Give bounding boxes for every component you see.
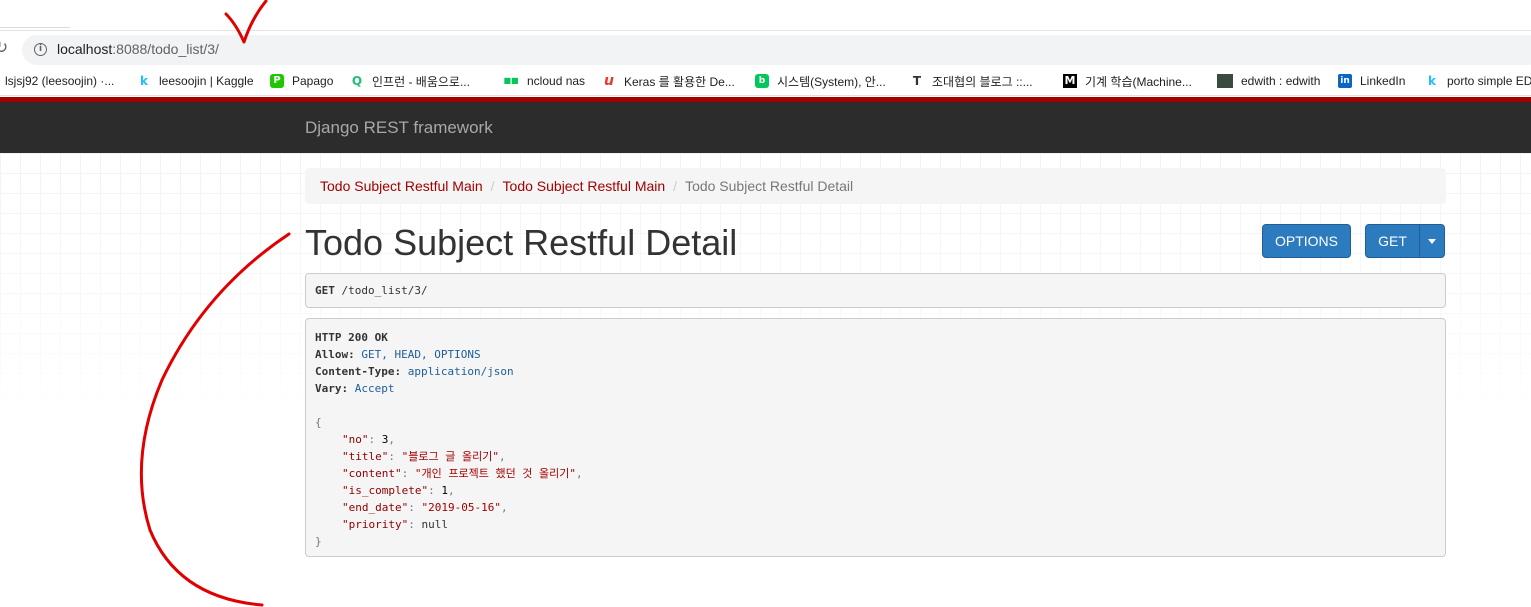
response-header: Allow: GET, HEAD, OPTIONS — [315, 346, 1445, 363]
medium-icon: M — [1063, 74, 1077, 88]
browser-toolbar: ↻ i localhost:8088/todo_list/3/ — [0, 30, 1531, 66]
bookmark-label: porto simple ED — [1447, 74, 1531, 88]
bookmark-kaggle[interactable]: k leesoojin | Kaggle — [137, 72, 254, 90]
breadcrumb-link-main[interactable]: Todo Subject Restful Main — [320, 178, 483, 194]
udemy-icon: u — [604, 73, 614, 89]
bookmark-label: 기계 학습(Machine... — [1085, 74, 1192, 89]
bookmark-lsjsj92[interactable]: lsjsj92 (leesoojin) ·... — [5, 72, 114, 90]
tistory-icon: T — [912, 74, 922, 88]
url-host: localhost — [57, 41, 113, 57]
header-name: Allow: — [315, 348, 355, 361]
bookmark-linkedin[interactable]: in LinkedIn — [1338, 72, 1405, 90]
naver-blog-icon: b — [755, 74, 769, 88]
bookmark-label: 조대협의 블로그 ::... — [932, 74, 1033, 89]
json-value: "2019-05-16" — [421, 501, 501, 514]
bookmark-edwith[interactable]: edwith : edwith — [1217, 72, 1320, 90]
bookmark-keras[interactable]: u Keras 를 활용한 De... — [602, 72, 735, 90]
kaggle-icon: k — [140, 74, 148, 88]
url-text[interactable]: localhost:8088/todo_list/3/ — [57, 41, 219, 57]
browser-tabstrip — [0, 0, 1531, 30]
bookmark-label: edwith : edwith — [1241, 74, 1321, 88]
inflearn-icon: Q — [351, 74, 363, 88]
navbar-brand[interactable]: Django REST framework — [305, 118, 493, 138]
header-value: application/json — [407, 365, 514, 378]
bookmark-label: Keras 를 활용한 De... — [624, 74, 735, 89]
response-info: HTTP 200 OK Allow: GET, HEAD, OPTIONS Co… — [305, 318, 1446, 557]
json-value: "개인 프로젝트 했던 것 올리기" — [414, 467, 577, 480]
tab-edge — [0, 27, 70, 28]
bookmark-ncloud[interactable]: ■■ ncloud nas — [503, 72, 585, 90]
breadcrumb-separator: / — [673, 178, 678, 194]
response-header: Content-Type: application/json — [315, 363, 1445, 380]
json-key: "is_complete" — [342, 484, 429, 497]
url-path: :8088/todo_list/3/ — [112, 41, 219, 57]
caret-down-icon — [1428, 238, 1436, 244]
linkedin-icon: in — [1338, 74, 1352, 88]
address-bar[interactable]: i localhost:8088/todo_list/3/ — [22, 35, 1531, 65]
bookmark-inflearn[interactable]: Q 인프런 - 배움으로... — [350, 72, 470, 90]
json-value: null — [421, 518, 448, 531]
json-close-brace: } — [315, 535, 322, 548]
header-value: GET, HEAD, OPTIONS — [361, 348, 481, 361]
bookmark-label: LinkedIn — [1360, 74, 1406, 88]
reload-icon[interactable]: ↻ — [0, 38, 8, 58]
edwith-icon — [1217, 74, 1233, 88]
bookmarks-bar: lsjsj92 (leesoojin) ·... k leesoojin | K… — [0, 66, 1531, 96]
request-path: /todo_list/3/ — [341, 284, 428, 297]
bookmark-ml[interactable]: M 기계 학습(Machine... — [1063, 72, 1192, 90]
info-icon[interactable]: i — [34, 43, 47, 56]
json-value: "블로그 글 올리기" — [401, 450, 499, 463]
page-title: Todo Subject Restful Detail — [305, 222, 738, 263]
json-field-end-date: "end_date": "2019-05-16", — [342, 501, 508, 514]
get-button[interactable]: GET — [1365, 224, 1420, 258]
bookmark-label: Papago — [292, 74, 334, 88]
papago-icon: P — [270, 74, 284, 88]
json-open-brace: { — [315, 416, 322, 429]
json-field-priority: "priority": null — [342, 518, 448, 531]
bookmark-porto[interactable]: k porto simple ED — [1425, 72, 1531, 90]
header-value: Accept — [354, 382, 395, 395]
kaggle-icon: k — [1428, 74, 1436, 88]
breadcrumb-link-main-2[interactable]: Todo Subject Restful Main — [503, 178, 666, 194]
header-name: Vary: — [315, 382, 349, 395]
request-info: GET /todo_list/3/ — [305, 273, 1446, 308]
bookmark-label: ncloud nas — [527, 74, 586, 88]
json-field-content: "content": "개인 프로젝트 했던 것 올리기", — [342, 467, 583, 480]
bookmark-papago[interactable]: P Papago — [270, 72, 333, 90]
json-key: "content" — [342, 467, 402, 480]
get-format-dropdown[interactable] — [1419, 224, 1445, 258]
json-value: 1 — [441, 484, 448, 497]
bookmark-label: 인프런 - 배움으로... — [372, 74, 470, 89]
bookmark-label: leesoojin | Kaggle — [159, 74, 254, 88]
json-key: "title" — [342, 450, 389, 463]
json-field-no: "no": 3, — [342, 433, 395, 446]
json-field-title: "title": "블로그 글 올리기", — [342, 450, 506, 463]
ncloud-icon: ■■ — [503, 76, 519, 85]
drf-navbar: Django REST framework — [0, 97, 1531, 153]
response-header: Vary: Accept — [315, 380, 1445, 397]
bookmark-system[interactable]: b 시스템(System), 안... — [755, 72, 886, 90]
breadcrumb: Todo Subject Restful Main / Todo Subject… — [305, 168, 1446, 204]
breadcrumb-active: Todo Subject Restful Detail — [685, 178, 854, 194]
bookmark-label: lsjsj92 (leesoojin) ·... — [5, 74, 115, 88]
request-method: GET — [315, 284, 335, 297]
json-field-is-complete: "is_complete": 1, — [342, 484, 455, 497]
breadcrumb-separator: / — [490, 178, 495, 194]
json-key: "no" — [342, 433, 369, 446]
response-status: HTTP 200 OK — [315, 331, 388, 344]
options-button[interactable]: OPTIONS — [1262, 224, 1351, 258]
json-key: "priority" — [342, 518, 409, 531]
bookmark-bcho[interactable]: T 조대협의 블로그 ::... — [910, 72, 1033, 90]
bookmark-label: 시스템(System), 안... — [777, 74, 886, 89]
json-key: "end_date" — [342, 501, 409, 514]
header-name: Content-Type: — [315, 365, 402, 378]
